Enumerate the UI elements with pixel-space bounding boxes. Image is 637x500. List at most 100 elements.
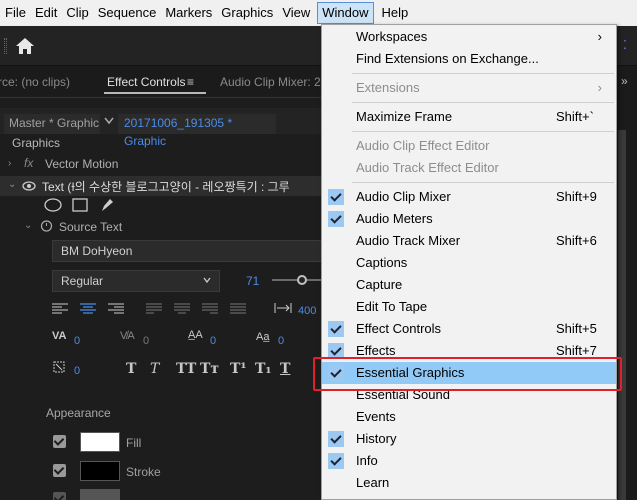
menu-separator bbox=[352, 131, 614, 132]
menu-item-events[interactable]: Events bbox=[322, 406, 616, 428]
menu-item-audio-clip-mixer[interactable]: Audio Clip Mixer Shift+9 bbox=[322, 186, 616, 208]
menu-item-find-extensions[interactable]: Find Extensions on Exchange... bbox=[322, 48, 616, 70]
eye-icon[interactable] bbox=[22, 181, 36, 191]
menu-item-label: Effect Controls bbox=[356, 321, 442, 336]
source-text-label: Source Text bbox=[59, 220, 123, 234]
superscript-button[interactable]: T¹ bbox=[230, 361, 247, 377]
menu-window[interactable]: Window bbox=[317, 2, 374, 24]
align-center-icon[interactable] bbox=[80, 303, 96, 315]
checkmark-icon bbox=[328, 431, 344, 447]
justify-center-icon[interactable] bbox=[174, 303, 190, 315]
kerning-icon: VA bbox=[52, 330, 67, 342]
menu-item-workspaces[interactable]: Workspaces › bbox=[322, 26, 616, 48]
menu-item-label: Workspaces bbox=[356, 29, 428, 44]
menu-item-maximize-frame[interactable]: Maximize Frame Shift+` bbox=[322, 106, 616, 128]
small-caps-button[interactable]: Tт bbox=[200, 361, 219, 377]
fill-checkbox[interactable] bbox=[53, 435, 66, 448]
checkmark-icon bbox=[328, 189, 344, 205]
menu-item-shortcut: Shift+` bbox=[556, 109, 594, 124]
menu-help[interactable]: Help bbox=[378, 2, 413, 24]
menu-file[interactable]: File bbox=[1, 2, 30, 24]
menu-graphics[interactable]: Graphics bbox=[217, 2, 277, 24]
subscript-button[interactable]: T₁ bbox=[255, 361, 272, 377]
menu-item-edit-to-tape[interactable]: Edit To Tape bbox=[322, 296, 616, 318]
vector-motion-label[interactable]: Vector Motion bbox=[45, 157, 118, 171]
menu-item-label: Audio Track Mixer bbox=[356, 233, 461, 248]
drag-grip[interactable] bbox=[4, 38, 7, 54]
menu-item-audio-clip-effect-editor: Audio Clip Effect Editor bbox=[322, 135, 616, 157]
font-size-slider-knob[interactable] bbox=[297, 275, 307, 285]
vertical-scrollbar[interactable] bbox=[618, 130, 626, 500]
baseline-shift-value[interactable]: 0 bbox=[278, 335, 284, 347]
font-style-value: Regular bbox=[61, 274, 104, 288]
chevron-down-icon bbox=[203, 277, 211, 283]
menu-bar: File Edit Clip Sequence Markers Graphics… bbox=[0, 0, 637, 26]
tracking-va-value[interactable]: 0 bbox=[143, 335, 149, 347]
menu-item-label: Maximize Frame bbox=[356, 109, 453, 124]
fx-icon: fx bbox=[24, 156, 34, 170]
justify-right-icon[interactable] bbox=[202, 303, 218, 315]
pen-tool-icon[interactable] bbox=[99, 197, 115, 213]
master-clip-label[interactable]: Master * Graphic bbox=[4, 114, 100, 134]
align-left-icon[interactable] bbox=[52, 303, 68, 315]
chevron-down-icon[interactable]: ⌄ bbox=[8, 179, 16, 190]
menu-edit[interactable]: Edit bbox=[31, 2, 61, 24]
appearance-title: Appearance bbox=[46, 406, 111, 420]
home-icon[interactable] bbox=[14, 36, 36, 56]
tab-audio-clip-mixer[interactable]: Audio Clip Mixer: 201 bbox=[220, 75, 334, 89]
menu-item-capture[interactable]: Capture bbox=[322, 274, 616, 296]
faux-italic-button[interactable]: T bbox=[150, 361, 159, 377]
menu-item-learn[interactable]: Learn bbox=[322, 472, 616, 494]
tracking-value[interactable]: 400 bbox=[298, 305, 316, 317]
stroke-color-swatch[interactable] bbox=[80, 461, 120, 481]
menu-markers[interactable]: Markers bbox=[161, 2, 216, 24]
menu-clip[interactable]: Clip bbox=[62, 2, 92, 24]
menu-separator bbox=[352, 73, 614, 74]
menu-separator bbox=[352, 182, 614, 183]
panel-menu-icon[interactable]: ≡ bbox=[187, 75, 194, 89]
kerning-value[interactable]: 0 bbox=[74, 335, 80, 347]
chevron-double-right-icon[interactable]: » bbox=[621, 74, 628, 88]
leading-value[interactable]: 0 bbox=[210, 335, 216, 347]
text-layer-row[interactable]: ⌄ Text (Ɨ의 수상한 블로그고양이 - 레오짱특기 : 그루 bbox=[0, 176, 322, 196]
font-size-value[interactable]: 71 bbox=[246, 274, 259, 288]
menu-item-label: Audio Clip Effect Editor bbox=[356, 138, 490, 153]
menu-item-history[interactable]: History bbox=[322, 428, 616, 450]
faux-bold-button[interactable]: T bbox=[126, 361, 136, 377]
align-right-icon[interactable] bbox=[108, 303, 124, 315]
chevron-down-icon[interactable]: ⌄ bbox=[24, 220, 32, 231]
chevron-right-icon[interactable]: › bbox=[8, 158, 11, 169]
checkmark-icon bbox=[328, 321, 344, 337]
menu-sequence[interactable]: Sequence bbox=[94, 2, 161, 24]
background-checkbox[interactable] bbox=[53, 492, 66, 500]
menu-item-label: Info bbox=[356, 453, 378, 468]
menu-item-audio-track-mixer[interactable]: Audio Track Mixer Shift+6 bbox=[322, 230, 616, 252]
chevron-down-icon[interactable] bbox=[104, 117, 114, 125]
tab-effect-controls[interactable]: Effect Controls bbox=[107, 75, 185, 89]
workspace-overflow-icon[interactable]: ⁚ bbox=[623, 38, 633, 54]
menu-item-label: Events bbox=[356, 409, 396, 424]
menu-item-info[interactable]: Info bbox=[322, 450, 616, 472]
leading-icon: A̲A bbox=[188, 329, 203, 341]
fill-color-swatch[interactable] bbox=[80, 432, 120, 452]
menu-item-effect-controls[interactable]: Effect Controls Shift+5 bbox=[322, 318, 616, 340]
font-style-dropdown[interactable]: Regular bbox=[52, 270, 220, 292]
menu-item-audio-meters[interactable]: Audio Meters bbox=[322, 208, 616, 230]
sequence-clip-label[interactable]: 20171006_191305 * Graphic bbox=[118, 114, 276, 148]
stroke-checkbox[interactable] bbox=[53, 464, 66, 477]
menu-item-captions[interactable]: Captions bbox=[322, 252, 616, 274]
justify-left-icon[interactable] bbox=[146, 303, 162, 315]
stopwatch-icon[interactable] bbox=[40, 219, 53, 232]
underline-button[interactable]: T bbox=[280, 361, 290, 377]
menu-view[interactable]: View bbox=[278, 2, 314, 24]
menu-item-extensions: Extensions › bbox=[322, 77, 616, 99]
font-family-dropdown[interactable]: BM DoHyeon bbox=[52, 240, 322, 262]
background-color-swatch[interactable] bbox=[80, 489, 120, 500]
rectangle-mask-icon[interactable] bbox=[72, 198, 88, 212]
justify-all-icon[interactable] bbox=[230, 303, 246, 315]
tab-source[interactable]: rce: (no clips) bbox=[0, 75, 70, 89]
ellipse-mask-icon[interactable] bbox=[44, 198, 62, 212]
chevron-right-icon: › bbox=[597, 29, 602, 44]
all-caps-button[interactable]: TT bbox=[176, 361, 196, 377]
tsume-value[interactable]: 0 bbox=[74, 365, 80, 377]
